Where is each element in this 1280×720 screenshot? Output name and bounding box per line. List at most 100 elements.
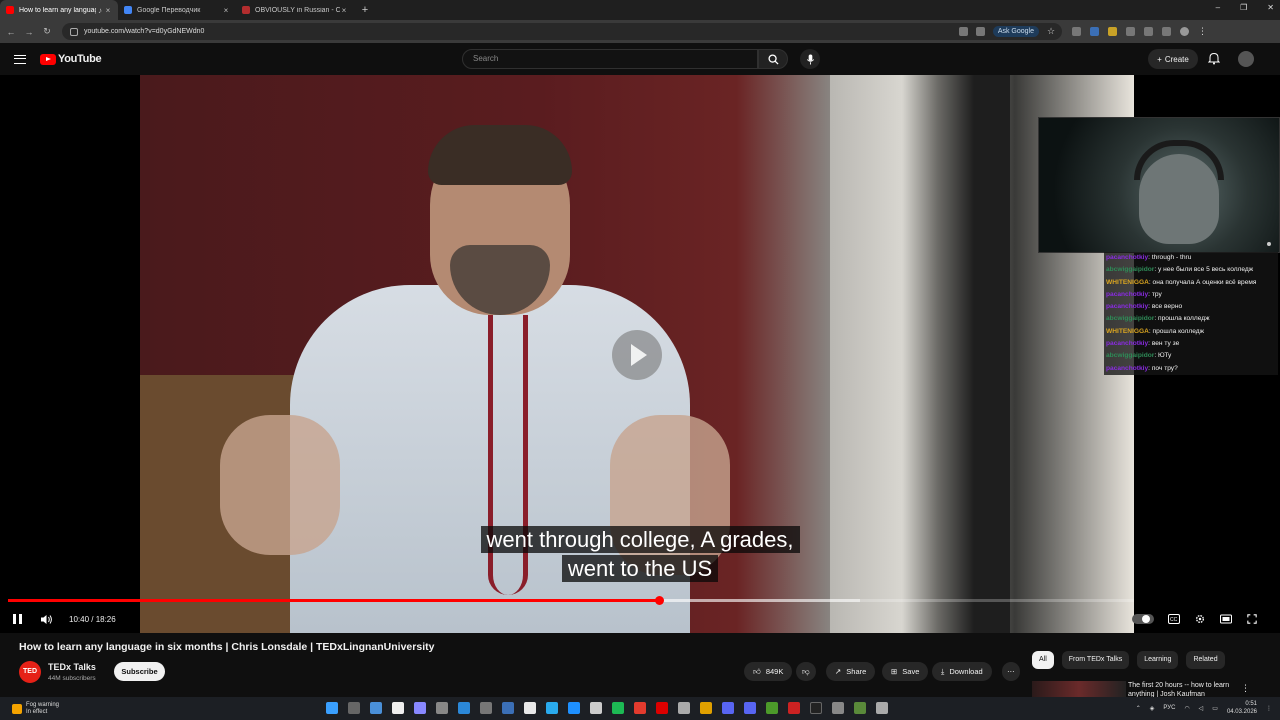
battery-icon[interactable]: ▭ [1212,705,1218,712]
file-explorer-icon[interactable] [370,702,382,714]
video-title: How to learn any language in six months … [19,641,435,653]
hamburger-menu-icon[interactable] [14,54,26,64]
back-icon[interactable]: ← [4,27,18,37]
app-icon[interactable] [392,702,404,714]
extension-icon[interactable] [1072,27,1081,36]
download-button[interactable]: ⤓ Download [932,662,992,681]
autoplay-toggle[interactable] [1132,614,1154,624]
spotify-icon[interactable] [612,702,624,714]
chip-from-tedx[interactable]: From TEDx Talks [1061,651,1130,669]
speaker-icon[interactable]: ◁ [1199,705,1204,712]
voice-search-button[interactable] [800,49,820,69]
theater-mode-icon[interactable] [1220,614,1232,624]
cast-icon[interactable] [975,27,985,36]
close-tab-icon[interactable]: × [222,6,230,15]
more-actions-button[interactable]: ⋯ [1002,662,1020,681]
account-avatar[interactable] [1238,51,1254,67]
wifi-icon[interactable]: ◠ [1184,705,1189,712]
settings-gear-icon[interactable] [1194,614,1206,624]
pause-icon[interactable] [13,614,22,624]
site-info-icon[interactable] [70,27,78,36]
app-icon[interactable] [656,702,668,714]
forward-icon[interactable]: → [22,27,36,37]
telegram-icon[interactable] [546,702,558,714]
dislike-button[interactable]: 👎︎ [796,662,816,681]
search-icon[interactable] [348,702,360,714]
app-icon[interactable] [568,702,580,714]
chip-learning[interactable]: Learning [1137,651,1179,669]
weather-line-1: Fog warning [26,701,60,708]
ask-google-button[interactable]: Ask Google [992,26,1039,37]
url-bar[interactable]: youtube.com/watch?v=d0yGdNEWdn0 Ask Goog… [62,23,1062,40]
subtitles-icon[interactable]: CC [1168,614,1180,624]
player-right-controls: CC [1132,609,1258,629]
close-tab-icon[interactable]: × [340,6,348,15]
app-icon[interactable] [458,702,470,714]
share-button[interactable]: ↗ Share [826,662,876,681]
close-window-icon[interactable]: ✕ [1267,3,1274,12]
app-icon[interactable] [810,702,822,714]
minecraft-icon[interactable] [766,702,778,714]
subscribe-button[interactable]: Subscribe [114,662,165,681]
tab-google-translate[interactable]: Google Переводчик × [118,0,236,20]
more-vert-icon[interactable]: ⋮ [1241,683,1250,694]
youtube-logo[interactable]: YouTube [40,53,102,65]
search-input[interactable]: Search [462,49,758,69]
app-icon[interactable] [854,702,866,714]
app-icon[interactable] [876,702,888,714]
chip-related[interactable]: Related [1186,651,1225,669]
sidebar-icon[interactable] [1162,27,1171,36]
maximize-icon[interactable]: ❐ [1240,3,1247,12]
clock[interactable]: 0:51 04.03.2026 [1227,700,1257,716]
center-play-icon[interactable] [612,330,662,380]
app-icon[interactable] [502,702,514,714]
app-icon[interactable] [700,702,712,714]
volume-icon[interactable] [40,614,53,625]
discord-icon[interactable] [744,702,756,714]
close-tab-icon[interactable]: × [104,6,112,15]
download-icon[interactable] [1144,27,1153,36]
app-icon[interactable] [832,702,844,714]
install-icon[interactable] [958,27,968,36]
extension-icon[interactable] [1090,27,1099,36]
chip-all[interactable]: All [1032,651,1054,669]
new-tab-icon[interactable]: + [358,4,372,16]
menu-icon[interactable]: ⋮ [1198,26,1207,37]
tab-youtube[interactable]: How to learn any language ♪ × [0,0,118,20]
minimize-icon[interactable]: – [1216,3,1220,12]
url-text: youtube.com/watch?v=d0yGdNEWdn0 [84,28,205,35]
network-icon[interactable]: ◈ [1150,705,1155,712]
extension-icon[interactable] [1108,27,1117,36]
app-icon[interactable] [414,702,426,714]
create-button[interactable]: + Create [1148,49,1198,69]
like-button[interactable]: 👍︎ 849K [744,662,793,681]
app-icon[interactable] [678,702,690,714]
weather-widget[interactable]: Fog warning In effect [12,702,59,716]
chrome-icon[interactable] [634,702,646,714]
chatgpt-icon[interactable] [590,702,602,714]
chevron-up-icon[interactable]: ⌃ [1136,705,1141,712]
tab-cambridge[interactable]: OBVIOUSLY in Russian - Cambr × [236,0,354,20]
save-button[interactable]: ⊞ Save [882,662,929,681]
app-icon[interactable] [436,702,448,714]
profile-icon[interactable] [1180,27,1189,36]
puzzle-icon[interactable] [1126,27,1135,36]
notifications-bell-icon[interactable] [1208,52,1220,65]
app-icon[interactable] [722,702,734,714]
windows-start-icon[interactable] [326,702,338,714]
channel-name[interactable]: TEDx Talks [48,662,96,672]
bell-icon[interactable]: ⋮ [1266,705,1272,712]
lang-indicator[interactable]: РУС [1163,705,1175,711]
app-icon[interactable] [480,702,492,714]
app-icon[interactable] [788,702,800,714]
channel-avatar[interactable]: TED [19,661,41,683]
reload-icon[interactable]: ↻ [40,26,54,37]
search-button[interactable] [758,49,788,69]
app-icon[interactable] [524,702,536,714]
bookmark-star-icon[interactable]: ☆ [1047,27,1056,36]
video-player[interactable]: went through college, A grades, went to … [0,75,1280,633]
scrubber-handle[interactable] [654,596,664,605]
tab-title: OBVIOUSLY in Russian - Cambr [255,6,340,14]
progress-bar[interactable] [8,596,1134,605]
fullscreen-icon[interactable] [1246,614,1258,624]
